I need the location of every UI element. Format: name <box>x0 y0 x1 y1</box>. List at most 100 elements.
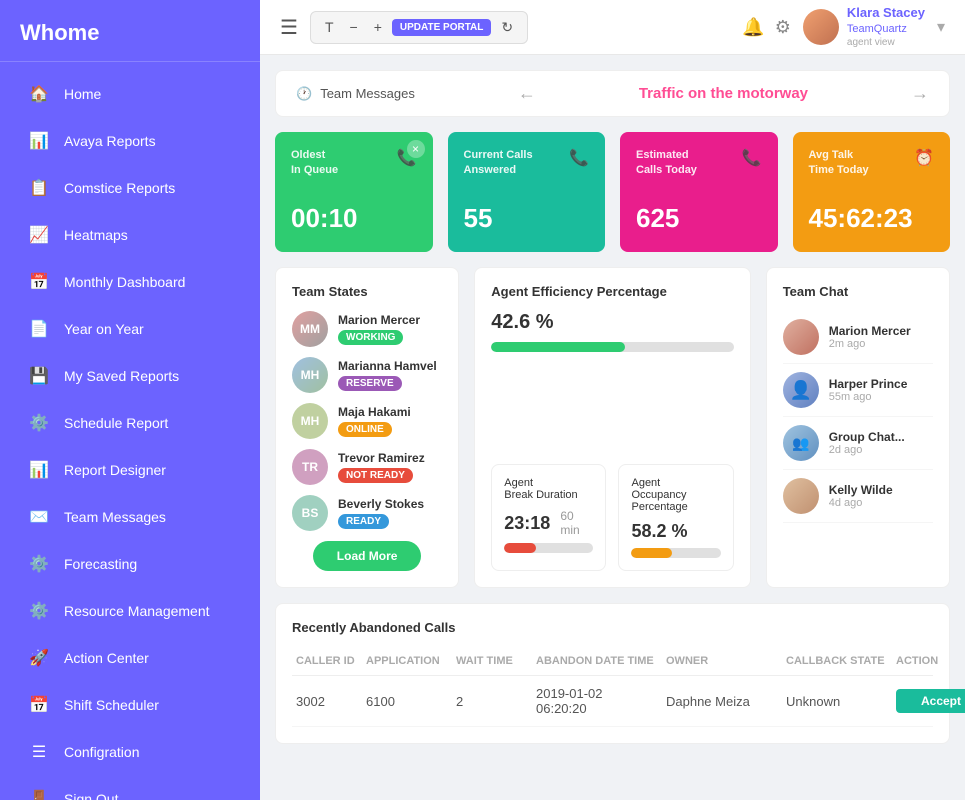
break-duration-card: Agent Break Duration 23:18 60 min <box>491 464 606 571</box>
agent-row: BS Beverly Stokes READY <box>292 495 442 531</box>
callback-state: Unknown <box>786 694 896 709</box>
load-more-button[interactable]: Load More <box>313 541 422 571</box>
sidebar-item-schedule-report[interactable]: ⚙️ Schedule Report <box>8 400 252 446</box>
nav-right-icon[interactable]: → <box>911 83 929 104</box>
agent-row: MH Marianna Hamvel RESERVE <box>292 357 442 393</box>
sidebar-item-year-on-year[interactable]: 📄 Year on Year <box>8 306 252 352</box>
sidebar-icon-configuration: ☰ <box>28 741 50 763</box>
sidebar-item-forecasting[interactable]: ⚙️ Forecasting <box>8 541 252 587</box>
sidebar-item-heatmaps[interactable]: 📈 Heatmaps <box>8 212 252 258</box>
text-tool-button[interactable]: T <box>319 16 340 38</box>
sidebar-label-my-saved-reports: My Saved Reports <box>64 368 179 384</box>
sidebar-icon-sign-out: 🚪 <box>28 788 50 800</box>
stats-row: × Oldest In Queue 📞 00:10 Current Calls … <box>275 132 950 252</box>
sidebar-label-action-center: Action Center <box>64 650 149 666</box>
sidebar-icon-avaya-reports: 📊 <box>28 130 50 152</box>
agent-status: RESERVE <box>338 376 402 391</box>
table-header-cell: Callback State <box>786 655 896 667</box>
content-area: 🕐 Team Messages ← Traffic on the motorwa… <box>260 55 965 759</box>
sidebar-label-report-designer: Report Designer <box>64 462 166 478</box>
occupancy-card: Agent Occupancy Percentage 58.2 % <box>618 464 733 571</box>
sidebar-label-avaya-reports: Avaya Reports <box>64 133 156 149</box>
sidebar-icon-action-center: 🚀 <box>28 647 50 669</box>
stat-title-current-calls-answered: Current Calls Answered <box>464 148 533 179</box>
agent-status: READY <box>338 514 389 529</box>
sidebar-item-report-designer[interactable]: 📊 Report Designer <box>8 447 252 493</box>
sidebar-icon-comstice-reports: 📋 <box>28 177 50 199</box>
agent-avatar: TR <box>292 449 328 485</box>
agent-name: Marion Mercer <box>338 313 442 327</box>
stat-icon-oldest-in-queue: 📞 <box>397 148 417 168</box>
chat-name: Harper Prince <box>829 377 933 391</box>
settings-icon[interactable]: ⚙ <box>775 17 791 38</box>
minus-tool-button[interactable]: − <box>344 16 364 38</box>
agent-row: TR Trevor Ramirez NOT READY <box>292 449 442 485</box>
chat-time: 2m ago <box>829 338 933 350</box>
sidebar-item-configuration[interactable]: ☰ Configration <box>8 729 252 775</box>
chat-time: 4d ago <box>829 497 933 509</box>
chat-item[interactable]: 👥 Group Chat... 2d ago <box>783 417 933 470</box>
user-org: TeamQuartz <box>847 22 925 36</box>
chat-item[interactable]: Marion Mercer 2m ago <box>783 311 933 364</box>
header: ☰ T − + UPDATE PORTAL ↻ 🔔 ⚙ Klara Stacey… <box>260 0 965 55</box>
agent-row: MH Maja Hakami ONLINE <box>292 403 442 439</box>
table-row: 3002 6100 2 2019-01-02 06:20:20 Daphne M… <box>292 676 933 727</box>
sidebar-item-resource-management[interactable]: ⚙️ Resource Management <box>8 588 252 634</box>
sidebar: Whome 🏠 Home 📊 Avaya Reports 📋 Comstice … <box>0 0 260 800</box>
sidebar-item-comstice-reports[interactable]: 📋 Comstice Reports <box>8 165 252 211</box>
sidebar-logo: Whome <box>0 0 260 62</box>
table-header-cell: Caller ID <box>296 655 366 667</box>
user-role: agent view <box>847 36 925 49</box>
sidebar-label-comstice-reports: Comstice Reports <box>64 180 175 196</box>
accept-button[interactable]: Accept <box>896 689 965 713</box>
agent-name: Beverly Stokes <box>338 497 442 511</box>
agent-avatar: MM <box>292 311 328 347</box>
sidebar-label-configuration: Configration <box>64 744 140 760</box>
stat-title-estimated-calls-today: Estimated Calls Today <box>636 148 697 179</box>
efficiency-progress-bar <box>491 342 733 352</box>
sidebar-item-action-center[interactable]: 🚀 Action Center <box>8 635 252 681</box>
table-header: Caller IDApplicationWait TimeAbandon Dat… <box>292 647 933 676</box>
table-header-cell: Wait Time <box>456 655 536 667</box>
agent-avatar: BS <box>292 495 328 531</box>
efficiency-card: Agent Efficiency Percentage 42.6 % Agent… <box>474 267 750 588</box>
occupancy-value: 58.2 % <box>631 521 720 542</box>
sidebar-item-avaya-reports[interactable]: 📊 Avaya Reports <box>8 118 252 164</box>
agent-name: Trevor Ramirez <box>338 451 442 465</box>
update-portal-button[interactable]: UPDATE PORTAL <box>392 19 492 36</box>
notification-icon[interactable]: 🔔 <box>742 17 764 38</box>
header-toolbar: T − + UPDATE PORTAL ↻ <box>310 11 528 44</box>
stat-title-oldest-in-queue: Oldest In Queue <box>291 148 338 179</box>
sidebar-item-home[interactable]: 🏠 Home <box>8 71 252 117</box>
sidebar-item-monthly-dashboard[interactable]: 📅 Monthly Dashboard <box>8 259 252 305</box>
break-duration-limit: 60 min <box>560 509 593 537</box>
break-duration-title: Agent Break Duration <box>504 477 593 501</box>
chat-item[interactable]: Kelly Wilde 4d ago <box>783 470 933 523</box>
team-states-card: Team States MM Marion Mercer WORKING MH … <box>275 267 459 588</box>
header-user[interactable]: Klara Stacey TeamQuartz agent view ▾ <box>803 5 945 49</box>
sidebar-item-shift-scheduler[interactable]: 📅 Shift Scheduler <box>8 682 252 728</box>
sidebar-item-sign-out[interactable]: 🚪 Sign Out <box>8 776 252 800</box>
middle-row: Team States MM Marion Mercer WORKING MH … <box>275 267 950 588</box>
stat-icon-current-calls-answered: 📞 <box>569 148 589 168</box>
hamburger-icon[interactable]: ☰ <box>280 15 298 40</box>
sidebar-icon-my-saved-reports: 💾 <box>28 365 50 387</box>
table-header-cell: Abandon Date Time <box>536 655 666 667</box>
sidebar-item-my-saved-reports[interactable]: 💾 My Saved Reports <box>8 353 252 399</box>
owner: Daphne Meiza <box>666 694 786 709</box>
sidebar-icon-schedule-report: ⚙️ <box>28 412 50 434</box>
refresh-button[interactable]: ↻ <box>495 16 519 39</box>
team-states-title: Team States <box>292 284 442 299</box>
chat-item[interactable]: 👤 Harper Prince 55m ago <box>783 364 933 417</box>
stat-value-oldest-in-queue: 00:10 <box>291 203 417 234</box>
nav-left-icon[interactable]: ← <box>518 83 536 104</box>
sidebar-label-schedule-report: Schedule Report <box>64 415 168 431</box>
table-header-cell: Owner <box>666 655 786 667</box>
sidebar-item-team-messages[interactable]: ✉️ Team Messages <box>8 494 252 540</box>
sidebar-icon-year-on-year: 📄 <box>28 318 50 340</box>
chevron-down-icon[interactable]: ▾ <box>937 17 945 37</box>
agent-name: Maja Hakami <box>338 405 442 419</box>
chat-name: Marion Mercer <box>829 324 933 338</box>
stat-card-estimated-calls-today: Estimated Calls Today 📞 625 <box>620 132 778 252</box>
plus-tool-button[interactable]: + <box>368 16 388 38</box>
